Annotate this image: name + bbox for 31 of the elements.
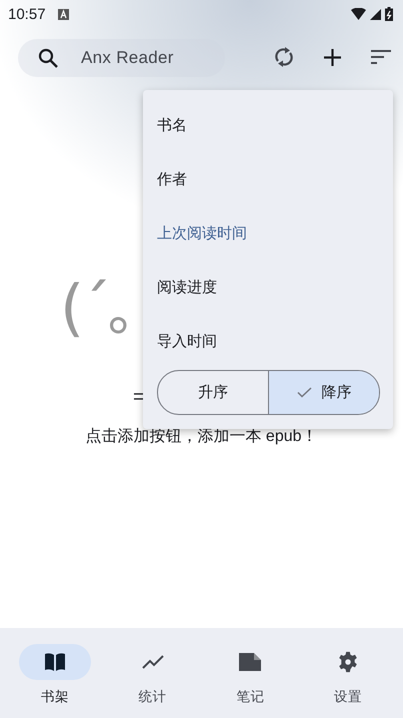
- nav-label[interactable]: 书架: [40, 688, 69, 706]
- keyboard-notification-icon: [58, 8, 69, 20]
- sort-option[interactable]: 上次阅读时间: [143, 207, 393, 261]
- wifi-icon: [351, 8, 366, 20]
- book-icon: [44, 653, 66, 671]
- nav-label[interactable]: 统计: [138, 688, 167, 706]
- trend-line-icon: [142, 655, 164, 669]
- check-icon: [296, 387, 312, 398]
- note-icon: [239, 653, 262, 671]
- signal-icon: [370, 8, 381, 20]
- sort-button[interactable]: [371, 50, 391, 64]
- sync-icon: [274, 46, 294, 68]
- nav-label[interactable]: 笔记: [236, 688, 264, 706]
- sort-order-button[interactable]: 降序: [268, 371, 379, 414]
- settings-icon: [337, 651, 360, 673]
- sort-option[interactable]: 导入时间: [143, 315, 393, 369]
- status-time: 10:57: [8, 6, 46, 22]
- battery-icon: [385, 7, 393, 21]
- plus-icon: [324, 48, 341, 66]
- add-button[interactable]: [324, 48, 341, 66]
- nav-tab[interactable]: [18, 644, 91, 680]
- empty-message: 点击添加按钮，添加一本 epub！: [84, 426, 319, 447]
- search-icon: [38, 48, 58, 68]
- nav-label[interactable]: 设置: [334, 688, 362, 706]
- empty-face-text: (´｡: [60, 270, 134, 346]
- sort-option[interactable]: 作者: [143, 153, 393, 207]
- sort-option[interactable]: 阅读进度: [143, 261, 393, 315]
- sort-order-button[interactable]: 升序: [158, 371, 268, 414]
- sort-icon: [371, 50, 391, 64]
- sync-button[interactable]: [274, 46, 294, 68]
- sort-option[interactable]: 书名: [143, 99, 393, 153]
